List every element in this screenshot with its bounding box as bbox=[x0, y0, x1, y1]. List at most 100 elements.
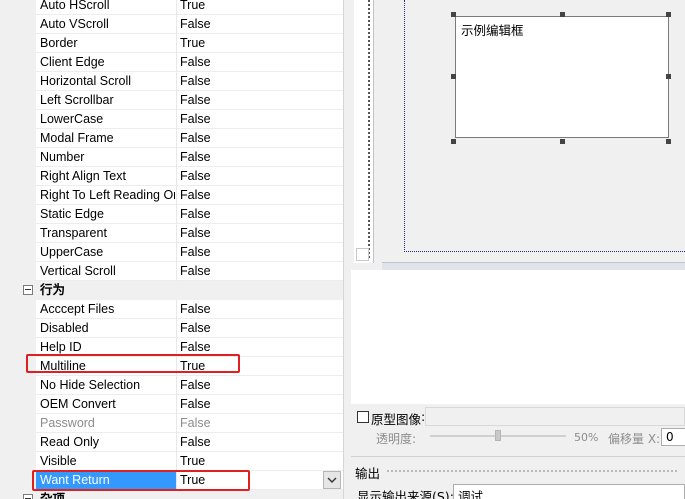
property-grid-scrollbar[interactable] bbox=[343, 0, 351, 499]
property-name: Client Edge bbox=[40, 55, 105, 69]
property-value[interactable]: False bbox=[180, 167, 320, 186]
property-row-left-scrollbar[interactable]: Left Scrollbar False bbox=[0, 91, 343, 110]
category-behavior[interactable]: 行为 bbox=[0, 281, 343, 300]
collapse-icon[interactable] bbox=[23, 285, 33, 295]
property-row-lowercase[interactable]: LowerCase False bbox=[0, 110, 343, 129]
offset-x-input[interactable]: 0 bbox=[661, 428, 685, 446]
property-name: Acccept Files bbox=[40, 302, 115, 316]
property-value[interactable]: True bbox=[180, 452, 320, 471]
edit-box-text: 示例编辑框 bbox=[461, 23, 524, 38]
property-row-no-hide-selection[interactable]: No Hide Selection False bbox=[0, 376, 343, 395]
collapse-icon[interactable] bbox=[23, 494, 33, 499]
property-row-number[interactable]: Number False bbox=[0, 148, 343, 167]
property-name: LowerCase bbox=[40, 112, 104, 126]
property-row-transparent[interactable]: Transparent False bbox=[0, 224, 343, 243]
property-value[interactable]: False bbox=[180, 376, 320, 395]
property-row-disabled[interactable]: Disabled False bbox=[0, 319, 343, 338]
property-row-right-align-text[interactable]: Right Align Text False bbox=[0, 167, 343, 186]
property-name: Border bbox=[40, 36, 78, 50]
property-row-visible[interactable]: Visible True bbox=[0, 452, 343, 471]
property-row-border[interactable]: Border True bbox=[0, 34, 343, 53]
property-name: Transparent bbox=[40, 226, 107, 240]
output-source-combo[interactable]: 调试 bbox=[453, 484, 685, 499]
property-name: Visible bbox=[40, 454, 77, 468]
property-name: UpperCase bbox=[40, 245, 104, 259]
value-dropdown-button[interactable] bbox=[323, 471, 341, 489]
ruler-corner-button[interactable] bbox=[356, 248, 369, 261]
property-row-client-edge[interactable]: Client Edge False bbox=[0, 53, 343, 72]
resize-handle[interactable] bbox=[451, 74, 456, 79]
highlight-box-multiline bbox=[26, 354, 240, 373]
property-value[interactable]: False bbox=[180, 129, 320, 148]
property-value[interactable]: False bbox=[180, 72, 320, 91]
property-value[interactable]: False bbox=[180, 262, 320, 281]
property-value[interactable]: True bbox=[180, 34, 320, 53]
property-row-horizontal-scroll[interactable]: Horizontal Scroll False bbox=[0, 72, 343, 91]
property-name: Right To Left Reading Order bbox=[40, 188, 175, 202]
property-row-right-to-left-reading[interactable]: Right To Left Reading Order False bbox=[0, 186, 343, 205]
property-row-password[interactable]: Password False bbox=[0, 414, 343, 433]
property-name: Disabled bbox=[40, 321, 89, 335]
offset-x-label: 偏移量 X: bbox=[608, 432, 661, 446]
property-value[interactable]: False bbox=[180, 110, 320, 129]
property-row-vertical-scroll[interactable]: Vertical Scroll False bbox=[0, 262, 343, 281]
category-label: 杂项 bbox=[40, 492, 66, 499]
property-name: Modal Frame bbox=[40, 131, 114, 145]
designer-bottom-edge bbox=[382, 263, 685, 270]
prototype-image-label: 原型图像 bbox=[371, 412, 422, 427]
prototype-path-field[interactable] bbox=[425, 407, 685, 426]
resize-handle[interactable] bbox=[451, 12, 456, 17]
property-value[interactable]: False bbox=[180, 205, 320, 224]
resize-handle[interactable] bbox=[666, 74, 671, 79]
property-row-static-edge[interactable]: Static Edge False bbox=[0, 205, 343, 224]
property-name: Static Edge bbox=[40, 207, 104, 221]
property-value[interactable]: False bbox=[180, 15, 320, 34]
property-value[interactable]: False bbox=[180, 300, 320, 319]
prototype-image-checkbox[interactable] bbox=[357, 411, 369, 423]
resize-handle[interactable] bbox=[560, 12, 565, 17]
transparency-label: 透明度: bbox=[376, 432, 417, 446]
property-row-modal-frame[interactable]: Modal Frame False bbox=[0, 129, 343, 148]
property-value[interactable]: False bbox=[180, 319, 320, 338]
resize-handle[interactable] bbox=[560, 139, 565, 144]
property-value[interactable]: False bbox=[180, 224, 320, 243]
output-panel-header: 输出 bbox=[351, 456, 685, 484]
property-value[interactable]: False bbox=[180, 243, 320, 262]
property-row-accept-files[interactable]: Acccept Files False bbox=[0, 300, 343, 319]
property-name: Password bbox=[40, 416, 95, 430]
offset-x-value: 0 bbox=[666, 430, 674, 444]
output-title: 输出 bbox=[355, 466, 381, 481]
sample-edit-box[interactable]: 示例编辑框 bbox=[455, 16, 669, 138]
property-name: Auto VScroll bbox=[40, 17, 109, 31]
output-header-grip bbox=[387, 470, 677, 472]
property-name: Read Only bbox=[40, 435, 100, 449]
designer-blank-area bbox=[351, 270, 685, 404]
property-value[interactable]: False bbox=[180, 91, 320, 110]
property-row-auto-hscroll[interactable]: Auto HScroll True bbox=[0, 0, 343, 15]
property-value[interactable]: True bbox=[180, 0, 320, 15]
property-grid: Auto HScroll True Auto VScroll False Borde… bbox=[0, 0, 343, 499]
transparency-slider-thumb[interactable] bbox=[495, 430, 501, 441]
resize-handle[interactable] bbox=[666, 12, 671, 17]
property-name: Right Align Text bbox=[40, 169, 126, 183]
property-value[interactable]: False bbox=[180, 148, 320, 167]
property-name: Left Scrollbar bbox=[40, 93, 114, 107]
transparency-value: 50% bbox=[574, 431, 599, 444]
property-name: Auto HScroll bbox=[40, 0, 110, 12]
property-row-auto-vscroll[interactable]: Auto VScroll False bbox=[0, 15, 343, 34]
category-misc[interactable]: 杂项 bbox=[0, 490, 343, 499]
property-value[interactable]: False bbox=[180, 186, 320, 205]
property-value[interactable]: False bbox=[180, 53, 320, 72]
property-name: No Hide Selection bbox=[40, 378, 141, 392]
ruler-ticks bbox=[368, 0, 370, 258]
resize-handle[interactable] bbox=[666, 139, 671, 144]
property-value[interactable]: False bbox=[180, 395, 320, 414]
property-row-uppercase[interactable]: UpperCase False bbox=[0, 243, 343, 262]
property-row-oem-convert[interactable]: OEM Convert False bbox=[0, 395, 343, 414]
property-row-read-only[interactable]: Read Only False bbox=[0, 433, 343, 452]
property-value[interactable]: False bbox=[180, 433, 320, 452]
property-name: Vertical Scroll bbox=[40, 264, 116, 278]
resize-handle[interactable] bbox=[451, 139, 456, 144]
property-value: False bbox=[180, 416, 211, 430]
property-name: Horizontal Scroll bbox=[40, 74, 132, 88]
